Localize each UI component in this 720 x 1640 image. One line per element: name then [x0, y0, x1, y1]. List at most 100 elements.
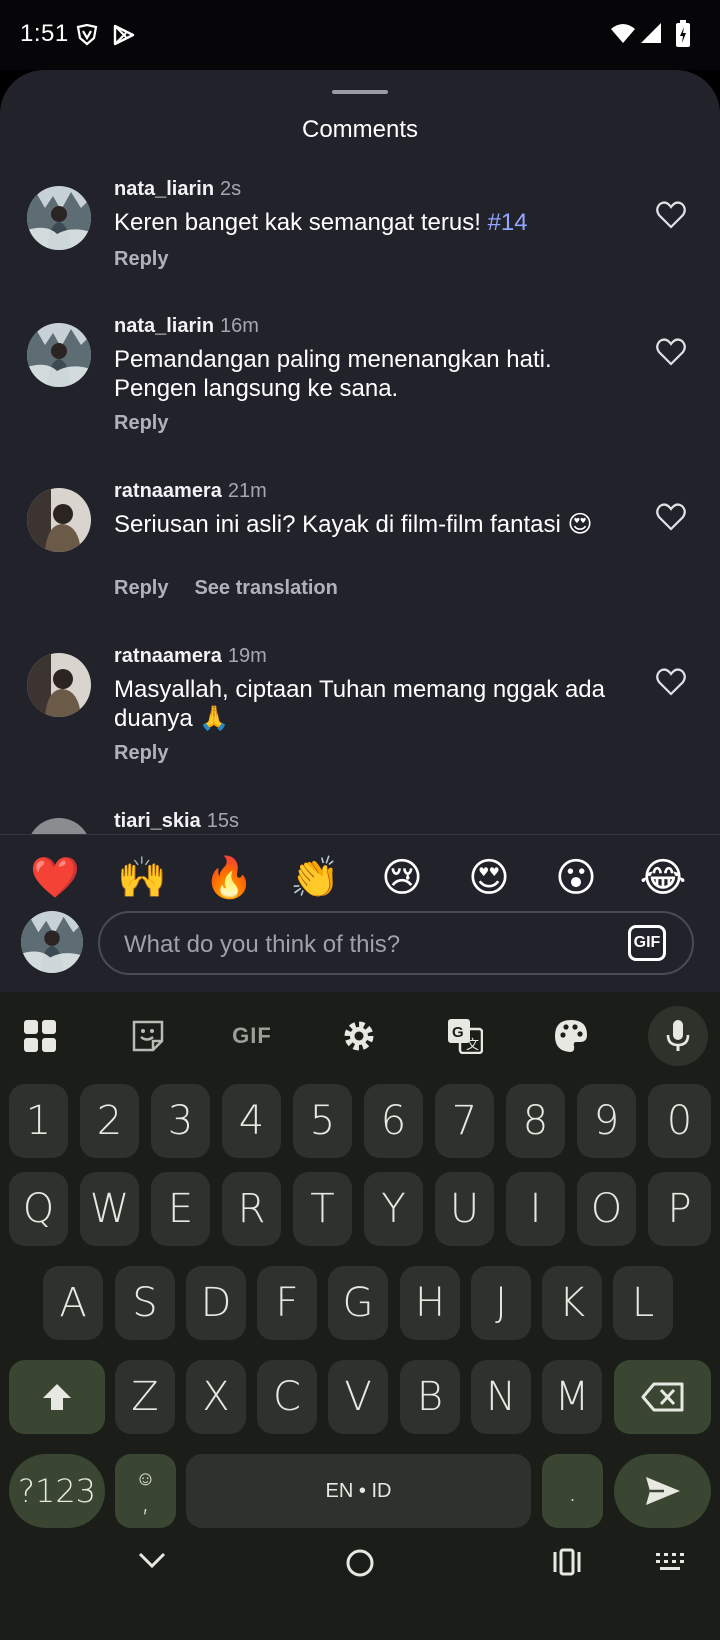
key-m[interactable]: M — [542, 1360, 602, 1434]
key-6[interactable]: 6 — [364, 1084, 423, 1158]
emoji-crying[interactable]: 😢 — [377, 853, 427, 903]
reply-button[interactable]: Reply — [114, 248, 168, 270]
reply-button[interactable]: Reply — [114, 742, 168, 764]
key-t[interactable]: T — [293, 1172, 352, 1246]
emoji-surprised[interactable]: 😮 — [551, 853, 601, 903]
drag-handle[interactable] — [332, 90, 388, 94]
hide-keyboard-chevron-icon[interactable] — [138, 1552, 166, 1570]
comment-item: ratnaamera 19m Masyallah, ciptaan Tuhan m… — [0, 645, 720, 795]
key-f[interactable]: F — [257, 1266, 317, 1340]
key-v[interactable]: V — [328, 1360, 388, 1434]
key-w[interactable]: W — [80, 1172, 139, 1246]
key-r[interactable]: R — [222, 1172, 281, 1246]
avatar[interactable] — [27, 323, 91, 387]
status-bar: 1:51 — [0, 0, 720, 70]
comment-item: nata_liarin 16m Pemandangan paling menena… — [0, 315, 720, 465]
emoji-fire[interactable]: 🔥 — [204, 853, 254, 903]
key-g[interactable]: G — [328, 1266, 388, 1340]
key-z[interactable]: Z — [115, 1360, 175, 1434]
gif-icon[interactable]: GIF — [222, 1006, 282, 1066]
key-u[interactable]: U — [435, 1172, 494, 1246]
send-key[interactable] — [614, 1454, 711, 1528]
heart-icon[interactable] — [656, 338, 686, 366]
settings-icon[interactable] — [329, 1006, 389, 1066]
comment-username[interactable]: nata_liarin 16m — [114, 315, 259, 338]
space-key[interactable]: EN • ID — [186, 1454, 531, 1528]
key-3[interactable]: 3 — [151, 1084, 210, 1158]
key-k[interactable]: K — [542, 1266, 602, 1340]
key-y[interactable]: Y — [364, 1172, 423, 1246]
comment-username[interactable]: tiari_skia 15s — [114, 810, 239, 833]
key-7[interactable]: 7 — [435, 1084, 494, 1158]
key-e[interactable]: E — [151, 1172, 210, 1246]
comment-username[interactable]: nata_liarin 2s — [114, 178, 241, 201]
heart-icon[interactable] — [656, 668, 686, 696]
comment-item: ratnaamera 21m Seriusan ini asli? Kayak d… — [0, 480, 720, 630]
avatar[interactable] — [27, 186, 91, 250]
key-o[interactable]: O — [577, 1172, 636, 1246]
hashtag-link[interactable]: #14 — [488, 209, 528, 236]
heart-icon[interactable] — [656, 503, 686, 531]
key-i[interactable]: I — [506, 1172, 565, 1246]
comment-item: nata_liarin 2s Keren banget kak semangat … — [0, 178, 720, 308]
reply-button[interactable]: Reply — [114, 577, 168, 599]
recents-icon[interactable] — [552, 1548, 582, 1576]
comment-time: 15s — [206, 810, 239, 832]
see-translation-button[interactable]: See translation — [194, 577, 337, 599]
key-5[interactable]: 5 — [293, 1084, 352, 1158]
mic-icon[interactable] — [648, 1006, 708, 1066]
gif-button[interactable]: GIF — [628, 925, 666, 961]
apps-icon[interactable] — [10, 1006, 70, 1066]
emoji-raised-hands[interactable]: 🙌 — [117, 853, 167, 903]
key-1[interactable]: 1 — [9, 1084, 68, 1158]
avatar[interactable] — [27, 488, 91, 552]
sticker-icon[interactable] — [118, 1006, 178, 1066]
key-q[interactable]: Q — [9, 1172, 68, 1246]
comment-username[interactable]: ratnaamera 19m — [114, 645, 267, 668]
comment-actions: Reply — [114, 412, 194, 435]
symbols-key[interactable]: ?123 — [9, 1454, 105, 1528]
palette-icon[interactable] — [541, 1006, 601, 1066]
key-n[interactable]: N — [471, 1360, 531, 1434]
comment-text: Masyallah, ciptaan Tuhan memang nggak ad… — [114, 676, 605, 732]
comment-username[interactable]: ratnaamera 21m — [114, 480, 267, 503]
key-a[interactable]: A — [43, 1266, 103, 1340]
key-4[interactable]: 4 — [222, 1084, 281, 1158]
avatar[interactable] — [27, 653, 91, 717]
shift-key[interactable] — [9, 1360, 105, 1434]
key-j[interactable]: J — [471, 1266, 531, 1340]
key-2[interactable]: 2 — [80, 1084, 139, 1158]
current-user-avatar — [21, 911, 83, 973]
key-9[interactable]: 9 — [577, 1084, 636, 1158]
translate-icon[interactable]: G文 — [435, 1006, 495, 1066]
key-d[interactable]: D — [186, 1266, 246, 1340]
home-icon[interactable] — [345, 1548, 375, 1578]
key-c[interactable]: C — [257, 1360, 317, 1434]
key-b[interactable]: B — [400, 1360, 460, 1434]
key-h[interactable]: H — [400, 1266, 460, 1340]
key-x[interactable]: X — [186, 1360, 246, 1434]
comment-actions: Reply See translation — [114, 577, 364, 600]
keyboard-switch-icon[interactable] — [655, 1552, 685, 1572]
emoji-heart-eyes[interactable]: 😍 — [464, 853, 514, 903]
comment-text: Seriusan ini asli? Kayak di film-film fa… — [114, 511, 593, 538]
emoji-comma-key[interactable]: ☺ , — [115, 1454, 176, 1528]
emoji-heart[interactable]: ❤️ — [30, 853, 80, 903]
emoji-laughing[interactable]: 😂 — [638, 853, 688, 903]
key-8[interactable]: 8 — [506, 1084, 565, 1158]
reply-button[interactable]: Reply — [114, 412, 168, 434]
comment-input[interactable]: What do you think of this? GIF — [98, 911, 694, 975]
backspace-key[interactable] — [614, 1360, 711, 1434]
comment-text: Keren banget kak semangat terus! #14 — [114, 209, 528, 236]
wifi-icon — [611, 24, 635, 43]
shield-v-icon — [76, 24, 98, 46]
sheet-title: Comments — [301, 116, 419, 143]
period-key[interactable]: . — [542, 1454, 603, 1528]
key-l[interactable]: L — [613, 1266, 673, 1340]
key-s[interactable]: S — [115, 1266, 175, 1340]
key-0[interactable]: 0 — [648, 1084, 711, 1158]
heart-icon[interactable] — [656, 201, 686, 229]
emoji-clap[interactable]: 👏 — [290, 853, 340, 903]
battery-charging-icon — [676, 20, 690, 47]
key-p[interactable]: P — [648, 1172, 711, 1246]
